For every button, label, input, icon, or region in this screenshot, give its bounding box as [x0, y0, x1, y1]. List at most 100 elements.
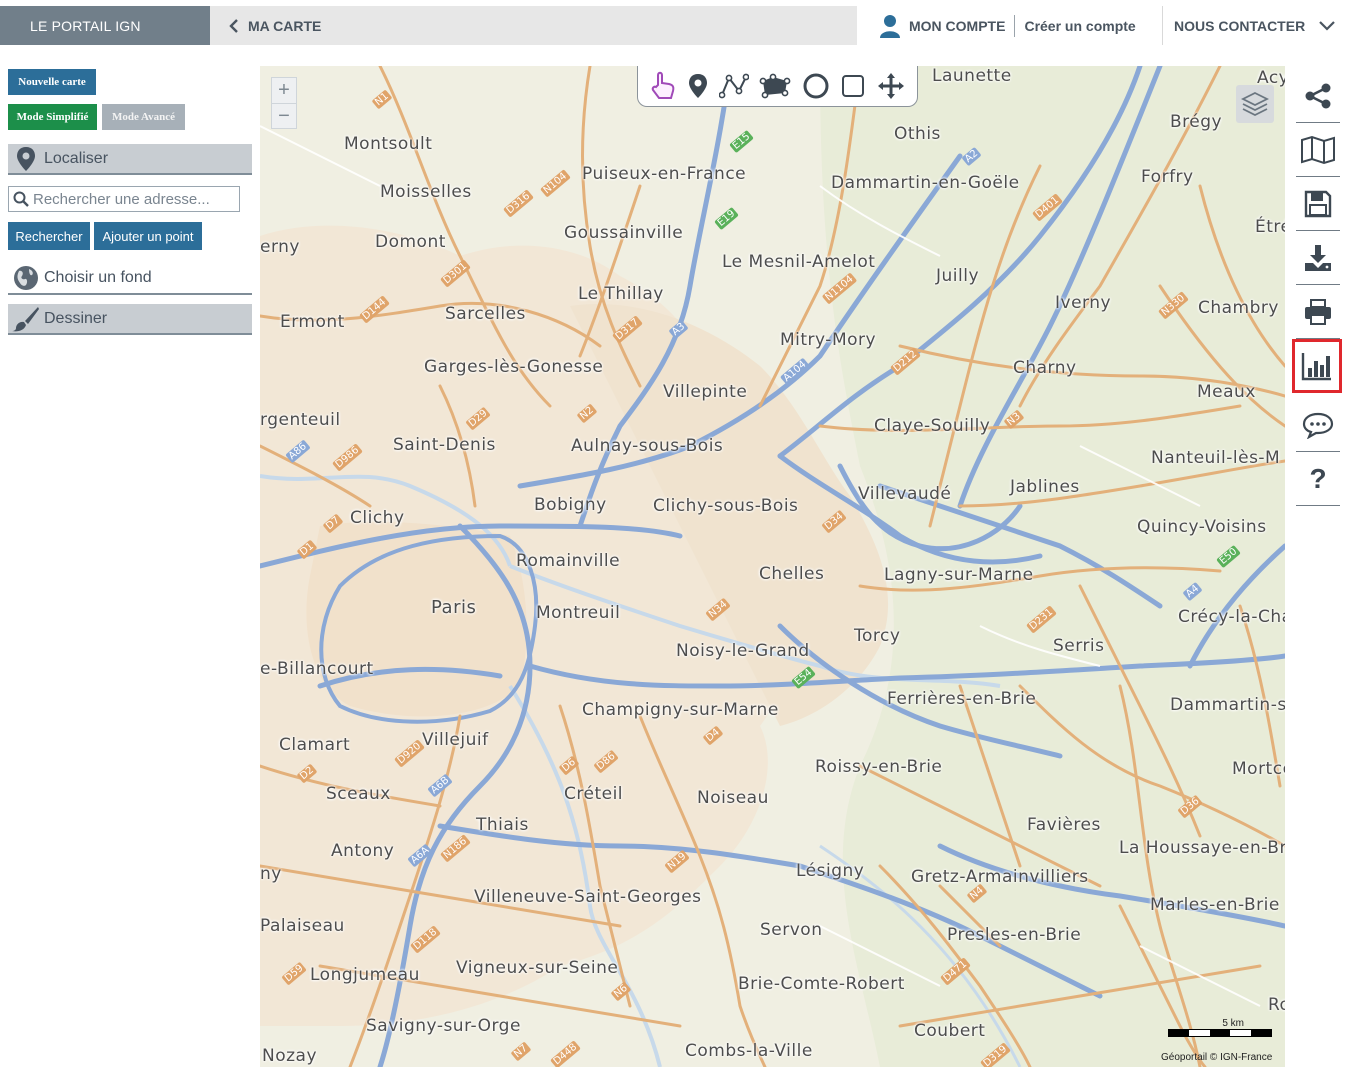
marker-icon[interactable] — [688, 73, 708, 99]
place-label: Launette — [932, 66, 1012, 86]
user-icon — [879, 14, 901, 38]
create-account-link[interactable]: Créer un compte — [1024, 18, 1135, 34]
place-label: Ermont — [280, 312, 345, 332]
contact-menu[interactable]: NOUS CONTACTER — [1162, 6, 1345, 45]
place-label: Nozay — [262, 1046, 318, 1066]
help-button[interactable]: ? — [1296, 452, 1340, 506]
pointer-hand-icon[interactable] — [649, 71, 677, 101]
map-button[interactable] — [1296, 123, 1340, 177]
place-label: Longjumeau — [310, 965, 420, 985]
scale-bar: 5 km — [1168, 1018, 1272, 1037]
brand-label: LE PORTAIL IGN — [30, 17, 141, 34]
place-label: Forfry — [1141, 167, 1194, 187]
place-label: Quincy-Voisins — [1137, 517, 1267, 537]
simple-mode-button[interactable]: Mode Simplifié — [8, 104, 97, 130]
choose-background-section[interactable]: Choisir un fond — [8, 263, 252, 295]
print-button[interactable] — [1296, 285, 1340, 339]
place-label: Marles-en-Brie — [1150, 895, 1280, 915]
place-label: Villevaudé — [858, 484, 952, 504]
breadcrumb-label: MA CARTE — [248, 17, 322, 34]
add-point-button[interactable]: Ajouter un point — [94, 222, 202, 250]
place-label: Romainville — [516, 551, 621, 571]
place-label: e-Billancourt — [260, 659, 374, 679]
place-label: Gretz-Armainvilliers — [911, 867, 1089, 887]
place-label: Meaux — [1197, 382, 1256, 402]
place-label: Mitry-Mory — [780, 330, 877, 350]
place-label: Garges-lès-Gonesse — [424, 357, 604, 377]
chevron-down-icon[interactable] — [1319, 20, 1335, 31]
place-label: Sceaux — [326, 784, 391, 804]
place-label: Villepinte — [663, 382, 748, 402]
advanced-mode-button[interactable]: Mode Avancé — [102, 104, 185, 130]
choose-background-label: Choisir un fond — [44, 269, 152, 286]
scale-label: 5 km — [1222, 1018, 1244, 1029]
search-icon — [9, 191, 33, 207]
place-label: erny — [260, 237, 300, 257]
place-label: Aulnay-sous-Bois — [571, 436, 724, 456]
place-label: Crécy-la-Cha — [1178, 607, 1285, 627]
place-label: Montsoult — [344, 134, 433, 154]
place-label: Antony — [331, 841, 395, 861]
place-label: Ferrières-en-Brie — [887, 689, 1037, 709]
drawing-toolbar — [637, 66, 918, 107]
polyline-icon[interactable] — [718, 73, 749, 99]
place-label: Saint-Denis — [393, 435, 496, 455]
location-pin-icon — [12, 146, 40, 171]
search-button[interactable]: Rechercher — [8, 222, 90, 250]
zoom-in-button[interactable]: + — [272, 78, 296, 103]
help-icon: ? — [1309, 462, 1327, 494]
place-label: Brégy — [1170, 112, 1223, 132]
rectangle-icon[interactable] — [841, 74, 865, 98]
place-label: Lagny-sur-Marne — [884, 565, 1034, 585]
place-label: Palaiseau — [260, 916, 345, 936]
place-label: Vigneux-sur-Seine — [456, 958, 619, 978]
place-label: Torcy — [854, 626, 901, 646]
account-separator — [1014, 14, 1016, 37]
place-label: Créteil — [564, 784, 624, 804]
layers-button[interactable] — [1236, 85, 1274, 123]
place-label: Roissy-en-Brie — [815, 757, 943, 777]
paintbrush-icon — [12, 306, 40, 332]
share-icon — [1305, 83, 1331, 108]
comment-button[interactable] — [1296, 398, 1340, 452]
place-label: Chambry — [1198, 298, 1279, 318]
place-label: Paris — [431, 597, 477, 618]
my-account-link[interactable]: MON COMPTE — [909, 18, 1005, 34]
circle-icon[interactable] — [802, 72, 830, 100]
move-icon[interactable] — [876, 71, 906, 101]
chevron-left-icon[interactable] — [220, 18, 248, 34]
chart-icon — [1301, 353, 1331, 381]
account-area: MON COMPTE Créer un compte — [857, 6, 1162, 45]
place-label: Le Thillay — [578, 284, 664, 304]
place-label: Noisy-le-Grand — [676, 641, 810, 661]
scale-bar-graphic — [1168, 1029, 1272, 1037]
place-label: Nanteuil-lès-M — [1151, 448, 1281, 468]
new-map-button[interactable]: Nouvelle carte — [8, 69, 96, 95]
draw-section[interactable]: Dessiner — [8, 304, 252, 335]
share-button[interactable] — [1296, 69, 1340, 123]
place-label: Thiais — [476, 815, 529, 835]
save-button[interactable] — [1296, 177, 1340, 231]
place-label: Montreuil — [536, 603, 621, 623]
brand-link[interactable]: LE PORTAIL IGN — [0, 6, 210, 45]
address-search[interactable] — [8, 186, 240, 212]
place-label: Ro — [1268, 995, 1285, 1015]
map-view[interactable]: 5 km Géoportail © IGN-France Launette Acy… — [260, 66, 1285, 1067]
breadcrumb[interactable]: MA CARTE — [210, 6, 857, 45]
map-credit: Géoportail © IGN-France — [1161, 1052, 1273, 1063]
polygon-icon[interactable] — [759, 73, 791, 99]
place-label: Presles-en-Brie — [947, 925, 1082, 945]
place-label: Charny — [1013, 358, 1077, 378]
place-label: rgenteuil — [260, 410, 341, 430]
place-label: Claye-Souilly — [874, 416, 991, 436]
layers-icon — [1241, 91, 1269, 117]
left-panel: Nouvelle carte Mode Simplifié Mode Avanc… — [0, 45, 260, 1067]
download-button[interactable] — [1296, 231, 1340, 285]
statistics-button[interactable] — [1292, 339, 1342, 393]
locate-section[interactable]: Localiser — [8, 144, 252, 175]
search-input[interactable] — [33, 190, 233, 208]
place-label: Mortce — [1232, 759, 1285, 779]
place-label: Clamart — [279, 735, 351, 755]
zoom-out-button[interactable]: − — [272, 104, 296, 129]
place-label: Dammartin-su — [1170, 695, 1285, 715]
